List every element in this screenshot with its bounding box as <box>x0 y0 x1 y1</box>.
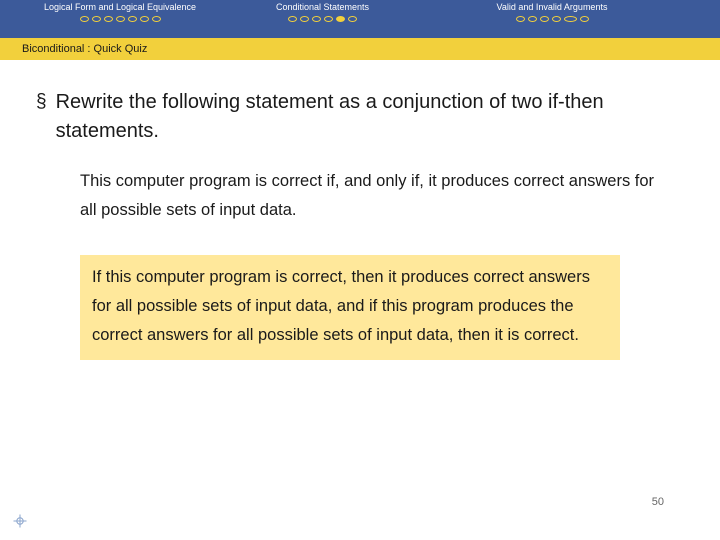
progress-dot[interactable] <box>300 16 309 22</box>
progress-dot[interactable] <box>348 16 357 22</box>
progress-dot[interactable] <box>579 16 589 22</box>
progress-dot[interactable] <box>527 16 537 22</box>
progress-dot[interactable] <box>91 16 101 22</box>
nav-section-logical-form[interactable]: Logical Form and Logical Equivalence <box>20 2 220 22</box>
top-navigation-bar: Logical Form and Logical Equivalence Con… <box>0 0 720 38</box>
registration-mark-icon <box>13 514 27 528</box>
progress-dot[interactable] <box>288 16 297 22</box>
progress-dot[interactable] <box>551 16 561 22</box>
page-number: 50 <box>651 496 664 508</box>
progress-dot[interactable] <box>539 16 549 22</box>
quiz-statement: This computer program is correct if, and… <box>80 172 655 219</box>
nav-section-label: Logical Form and Logical Equivalence <box>43 2 197 12</box>
section-mark-icon: § <box>36 91 47 112</box>
nav-progress-dots <box>20 16 220 22</box>
progress-dot[interactable] <box>127 16 137 22</box>
progress-dot[interactable] <box>515 16 525 22</box>
answer-text: If this computer program is correct, the… <box>92 268 590 344</box>
nav-section-conditional-statements[interactable]: Conditional Statements <box>245 2 400 22</box>
instruction-bullet: § Rewrite the following statement as a c… <box>36 88 686 146</box>
nav-progress-dots <box>462 16 642 22</box>
instruction-text: Rewrite the following statement as a con… <box>55 91 604 142</box>
progress-dot-active[interactable] <box>336 16 345 22</box>
progress-dot[interactable] <box>312 16 321 22</box>
nav-progress-dots <box>245 16 400 22</box>
progress-dot[interactable] <box>103 16 113 22</box>
progress-dot[interactable] <box>324 16 333 22</box>
slide-content: § Rewrite the following statement as a c… <box>0 60 720 540</box>
progress-dot[interactable] <box>151 16 161 22</box>
nav-section-valid-invalid-arguments[interactable]: Valid and Invalid Arguments <box>462 2 642 22</box>
nav-section-label: Conditional Statements <box>275 2 370 12</box>
progress-dot[interactable] <box>115 16 125 22</box>
answer-highlight-box: If this computer program is correct, the… <box>80 255 620 360</box>
progress-dot[interactable] <box>139 16 149 22</box>
progress-dot[interactable] <box>563 16 577 22</box>
subtitle-label: Biconditional : Quick Quiz <box>22 43 148 55</box>
progress-dot[interactable] <box>79 16 89 22</box>
nav-section-label: Valid and Invalid Arguments <box>496 2 608 12</box>
